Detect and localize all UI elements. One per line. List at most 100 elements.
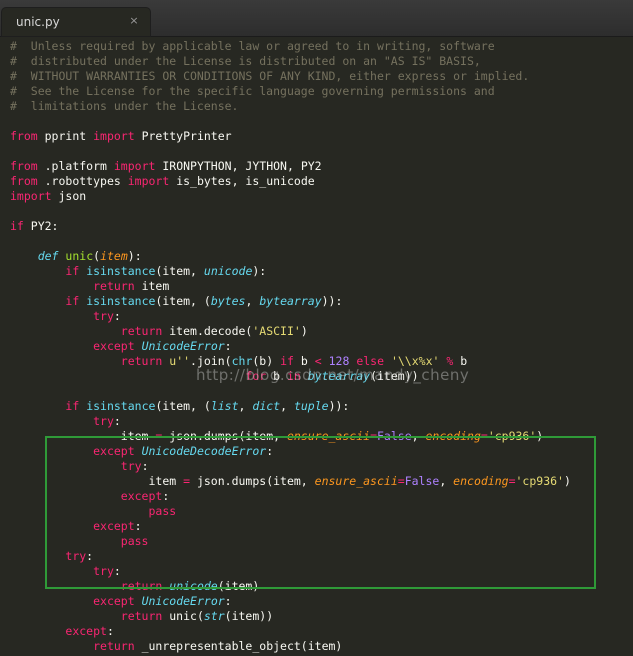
code-token: : — [113, 414, 121, 428]
code-token: UnicodeError — [141, 594, 225, 608]
code-line: if isinstance(item, (list, dict, tuple))… — [10, 399, 571, 414]
code-line: try: — [10, 414, 571, 429]
code-token: : — [224, 594, 232, 608]
code-token: u'' — [169, 354, 191, 368]
code-token: try — [93, 309, 114, 323]
code-token: ): — [127, 249, 142, 263]
code-line: import json — [10, 189, 571, 204]
code-token: .platform — [37, 159, 114, 173]
code-line: return unic(str(item)) — [10, 609, 571, 624]
code-token: json — [51, 189, 87, 203]
code-token: unic( — [162, 609, 204, 623]
code-token: PY2: — [23, 219, 59, 233]
code-token: unicode — [203, 264, 253, 278]
code-token: return — [93, 639, 135, 653]
code-token: return — [120, 609, 163, 623]
code-token: dict — [252, 399, 281, 413]
code-token: return — [93, 279, 135, 293]
code-token: : — [224, 339, 232, 353]
code-token: isinstance — [86, 399, 156, 413]
code-line: if isinstance(item, unicode): — [10, 264, 571, 279]
code-line: def unic(item): — [10, 249, 571, 264]
code-token: from — [10, 174, 38, 188]
code-token: (item, — [155, 264, 204, 278]
code-token: try — [93, 414, 114, 428]
highlight-box — [45, 436, 596, 589]
code-token: unic — [65, 249, 94, 263]
code-token: )): — [328, 399, 350, 413]
code-token: isinstance — [86, 264, 156, 278]
code-line: # limitations under the License. — [10, 99, 571, 114]
code-token: (item, ( — [155, 399, 211, 413]
code-token: import — [113, 159, 156, 173]
code-token: pprint — [37, 129, 94, 143]
code-token: : — [113, 309, 121, 323]
code-editor[interactable]: # Unless required by applicable law or a… — [0, 38, 633, 656]
code-token: 'ASCII' — [252, 324, 301, 338]
code-token: UnicodeError — [141, 339, 225, 353]
code-token: ) — [300, 324, 308, 338]
code-token: isinstance — [86, 294, 156, 308]
code-token: bytearray — [259, 294, 322, 308]
code-line: from pprint import PrettyPrinter — [10, 129, 571, 144]
code-token: item — [100, 249, 128, 263]
code-token: return — [120, 324, 163, 338]
code-token: except — [93, 594, 135, 608]
code-token: ): — [252, 264, 267, 278]
code-token: list — [210, 399, 239, 413]
code-line: if PY2: — [10, 219, 571, 234]
code-line: # WITHOUT WARRANTIES OR CONDITIONS OF AN… — [10, 69, 571, 84]
code-token: item — [134, 279, 170, 293]
code-line: return _unrepresentable_object(item) — [10, 639, 571, 654]
tab-bar: unic.py × — [0, 0, 633, 37]
code-token: # distributed under the License is distr… — [10, 54, 481, 68]
tab-unic-py[interactable]: unic.py × — [2, 8, 150, 36]
code-line: except UnicodeError: — [10, 339, 571, 354]
code-line: return item — [10, 279, 571, 294]
editor-window: unic.py × # Unless required by applicabl… — [0, 0, 633, 656]
code-token: from — [10, 129, 38, 143]
code-line: # Unless required by applicable law or a… — [10, 39, 571, 54]
code-token: str — [203, 609, 225, 623]
code-line: except: — [10, 624, 571, 639]
code-token: IRONPYTHON, JYTHON, PY2 — [155, 159, 322, 173]
code-token: is_bytes, is_unicode — [169, 174, 315, 188]
code-token: import — [93, 129, 135, 143]
code-line: from .robottypes import is_bytes, is_uni… — [10, 174, 571, 189]
code-token: def — [37, 249, 59, 263]
code-token: # WITHOUT WARRANTIES OR CONDITIONS OF AN… — [10, 69, 530, 83]
code-token: _unrepresentable_object(item) — [134, 639, 343, 653]
code-token: from — [10, 159, 38, 173]
code-token: , — [245, 294, 260, 308]
close-icon[interactable]: × — [126, 13, 142, 29]
code-token: (item)) — [224, 609, 274, 623]
tab-title: unic.py — [16, 15, 60, 29]
code-token: # limitations under the License. — [10, 99, 239, 113]
code-token: bytes — [210, 294, 246, 308]
code-token: , — [238, 399, 253, 413]
code-line: try: — [10, 309, 571, 324]
code-token: # See the License for the specific langu… — [10, 84, 495, 98]
code-token: if — [65, 399, 80, 413]
code-line: from .platform import IRONPYTHON, JYTHON… — [10, 159, 571, 174]
code-token: (item, ( — [155, 294, 211, 308]
code-line: # distributed under the License is distr… — [10, 54, 571, 69]
code-token: if — [65, 294, 80, 308]
